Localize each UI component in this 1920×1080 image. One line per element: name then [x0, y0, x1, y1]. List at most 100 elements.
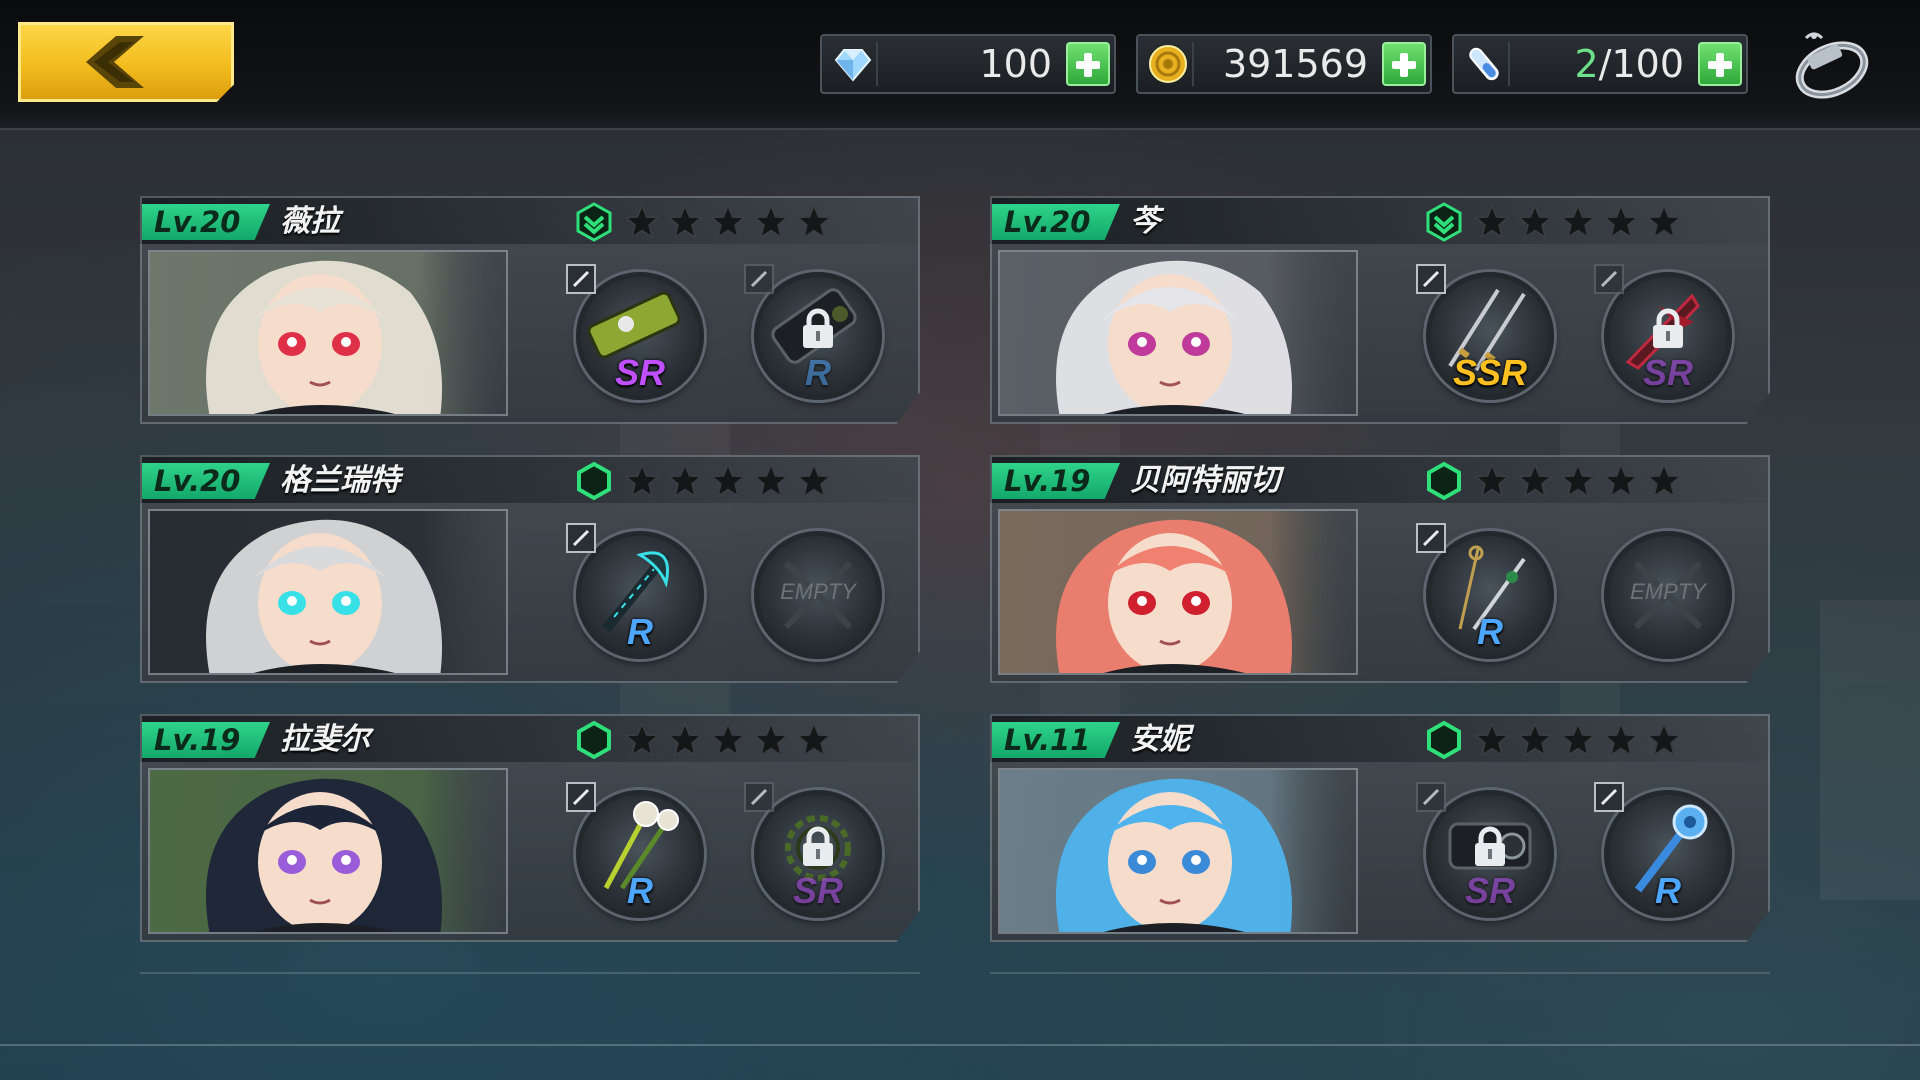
lock-icon — [1475, 826, 1505, 866]
star-icon — [624, 722, 660, 757]
rarity-label: SR — [1464, 870, 1515, 911]
star-rating — [624, 463, 839, 499]
star-icon — [796, 463, 832, 498]
star-icon — [667, 722, 703, 757]
edit-icon[interactable] — [1416, 523, 1446, 553]
character-card[interactable]: Lv.20 薇拉 SR R — [140, 196, 920, 424]
star-icon — [753, 722, 789, 757]
diamond-value: 100 — [979, 42, 1052, 86]
rarity-label: R — [1477, 611, 1503, 652]
star-icon — [1560, 722, 1596, 757]
weapon-slot-1[interactable]: R — [1416, 523, 1560, 665]
list-divider-left — [140, 972, 920, 974]
weapon-slot-2[interactable]: EMPTY — [748, 525, 888, 665]
weapon-slot-1[interactable]: SR — [1416, 782, 1560, 924]
edit-icon[interactable] — [1416, 782, 1446, 812]
edit-icon[interactable] — [566, 264, 596, 294]
star-icon — [1646, 463, 1682, 498]
add-gold-button[interactable] — [1382, 42, 1426, 86]
card-header: Lv.20 薇拉 — [140, 196, 920, 244]
character-name: 拉斐尔 — [280, 722, 370, 757]
rarity-label: R — [805, 352, 831, 393]
gold-coin-icon — [1144, 42, 1194, 86]
star-icon — [1517, 204, 1553, 239]
character-portrait[interactable] — [148, 768, 508, 934]
rank-hexagon-icon — [1427, 720, 1461, 760]
weapon-slot-1[interactable]: SR — [566, 264, 710, 406]
star-icon — [1474, 463, 1510, 498]
character-portrait[interactable] — [998, 509, 1358, 675]
character-name: 芩 — [1130, 204, 1160, 239]
character-name: 安妮 — [1130, 722, 1190, 757]
weapon-slot-2[interactable]: R — [744, 264, 888, 406]
card-header: Lv.20 格兰瑞特 — [140, 455, 920, 503]
character-portrait[interactable] — [148, 250, 508, 416]
character-card[interactable]: Lv.19 贝阿特丽切 R EMPTY — [990, 455, 1770, 683]
level-badge: Lv.20 — [142, 204, 270, 240]
card-header: Lv.19 贝阿特丽切 — [990, 455, 1770, 503]
rarity-label: R — [627, 611, 653, 652]
character-portrait[interactable] — [148, 509, 508, 675]
ring-icon[interactable] — [1786, 26, 1876, 106]
back-button[interactable] — [18, 22, 234, 102]
edit-icon[interactable] — [1594, 782, 1624, 812]
level-badge: Lv.19 — [992, 463, 1120, 499]
back-arrow-icon — [86, 36, 144, 88]
weapon-slot-1[interactable]: SSR — [1416, 264, 1560, 406]
card-header: Lv.19 拉斐尔 — [140, 714, 920, 762]
character-card[interactable]: Lv.11 安妮 SR R — [990, 714, 1770, 942]
lock-icon — [1653, 308, 1683, 348]
star-icon — [710, 463, 746, 498]
team-equipment-screen: 100 391569 2/100 Lv.20 薇拉 SR R Lv.20 芩 S… — [0, 0, 1920, 1080]
edit-icon[interactable] — [1594, 264, 1624, 294]
edit-icon[interactable] — [566, 782, 596, 812]
weapon-slot-2[interactable]: SR — [1594, 264, 1738, 406]
character-card[interactable]: Lv.20 格兰瑞特 R EMPTY — [140, 455, 920, 683]
edit-icon[interactable] — [744, 782, 774, 812]
weapon-slot-2[interactable]: SR — [744, 782, 888, 924]
star-icon — [667, 204, 703, 239]
star-icon — [1474, 722, 1510, 757]
stamina-current: 2 — [1574, 42, 1599, 86]
weapon-slot-1[interactable]: R — [566, 523, 710, 665]
top-bar: 100 391569 2/100 — [0, 0, 1920, 130]
star-icon — [753, 463, 789, 498]
stamina-max: /100 — [1598, 42, 1684, 86]
rarity-label: SSR — [1452, 352, 1528, 393]
character-portrait[interactable] — [998, 768, 1358, 934]
character-portrait-art — [150, 511, 506, 673]
weapon-slot-1[interactable]: R — [566, 782, 710, 924]
rank-hexagon-icon — [1427, 461, 1461, 501]
card-header: Lv.11 安妮 — [990, 714, 1770, 762]
list-divider-right — [990, 972, 1770, 974]
star-rating — [624, 204, 839, 240]
weapon-slot-2[interactable]: R — [1594, 782, 1738, 924]
star-icon — [1560, 463, 1596, 498]
star-icon — [624, 463, 660, 498]
rarity-label: SR — [614, 352, 665, 393]
edit-icon[interactable] — [566, 523, 596, 553]
rank-hexagon-icon — [577, 461, 611, 501]
diamond-icon — [828, 42, 878, 86]
star-icon — [1560, 204, 1596, 239]
add-stamina-button[interactable] — [1698, 42, 1742, 86]
character-name: 薇拉 — [280, 204, 340, 239]
star-icon — [624, 204, 660, 239]
bottom-divider — [0, 1044, 1920, 1046]
stamina-value: 2/100 — [1574, 42, 1684, 86]
star-icon — [796, 204, 832, 239]
character-card[interactable]: Lv.20 芩 SSR SR — [990, 196, 1770, 424]
lock-icon — [803, 308, 833, 348]
character-portrait[interactable] — [998, 250, 1358, 416]
star-icon — [1603, 463, 1639, 498]
rarity-label: SR — [1642, 352, 1693, 393]
star-icon — [710, 204, 746, 239]
character-name: 贝阿特丽切 — [1130, 463, 1280, 498]
weapon-slot-2[interactable]: EMPTY — [1598, 525, 1738, 665]
edit-icon[interactable] — [1416, 264, 1446, 294]
star-icon — [1517, 722, 1553, 757]
star-icon — [796, 722, 832, 757]
character-card[interactable]: Lv.19 拉斐尔 R SR — [140, 714, 920, 942]
edit-icon[interactable] — [744, 264, 774, 294]
add-diamond-button[interactable] — [1066, 42, 1110, 86]
